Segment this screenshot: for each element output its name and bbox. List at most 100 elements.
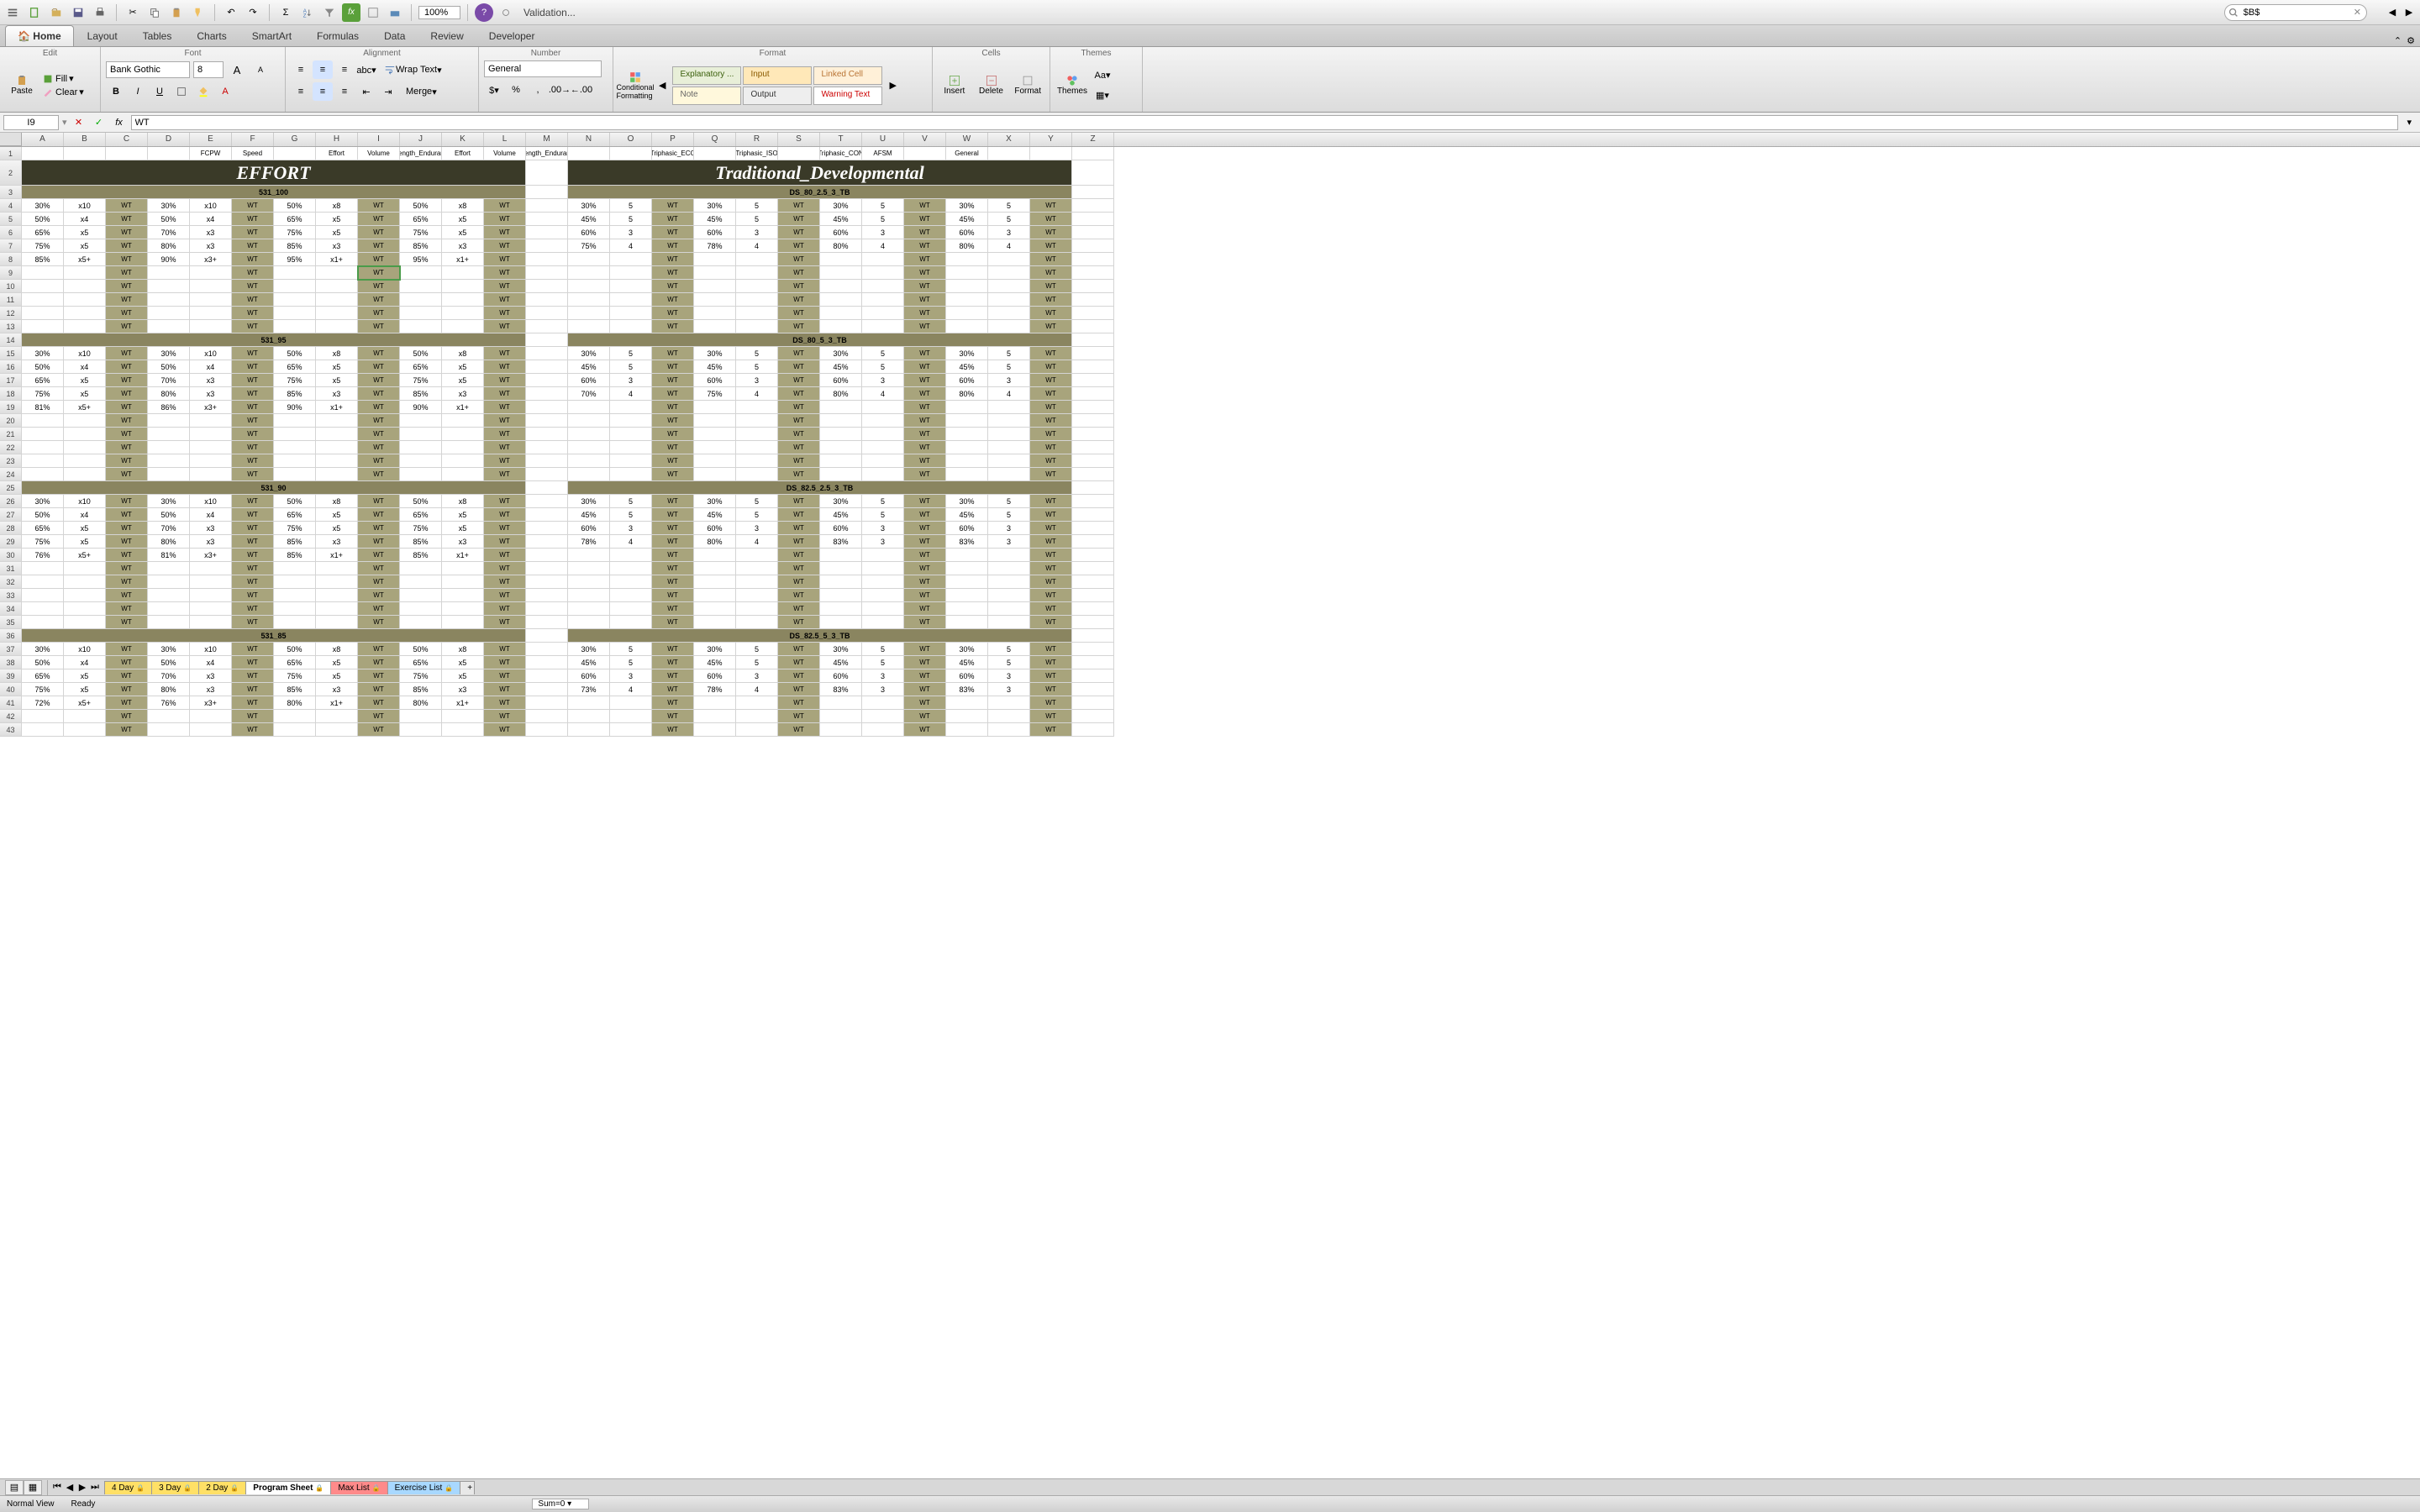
cell[interactable]	[946, 293, 988, 307]
cell[interactable]	[64, 320, 106, 333]
cell[interactable]: WT	[652, 454, 694, 468]
cell[interactable]: WT	[358, 293, 400, 307]
cell[interactable]	[820, 602, 862, 616]
cell[interactable]: 5	[610, 347, 652, 360]
cell[interactable]: WT	[484, 656, 526, 669]
cell[interactable]: 531_85	[22, 629, 526, 643]
cell[interactable]	[1072, 656, 1114, 669]
cell[interactable]: WT	[358, 320, 400, 333]
cell[interactable]: WT	[106, 347, 148, 360]
cell[interactable]: x3	[190, 522, 232, 535]
cell[interactable]	[820, 293, 862, 307]
cell[interactable]: 75%	[400, 226, 442, 239]
cell[interactable]	[64, 602, 106, 616]
cell[interactable]	[64, 414, 106, 428]
cell[interactable]: WT	[652, 280, 694, 293]
cell[interactable]	[568, 147, 610, 160]
shrink-font-icon[interactable]: A	[250, 60, 271, 79]
cell[interactable]: WT	[904, 522, 946, 535]
cell[interactable]	[694, 616, 736, 629]
cell[interactable]: x3	[442, 683, 484, 696]
cell[interactable]: x8	[316, 347, 358, 360]
cell[interactable]	[946, 616, 988, 629]
cell[interactable]: 85%	[400, 549, 442, 562]
cell[interactable]: WT	[778, 213, 820, 226]
cell[interactable]	[568, 401, 610, 414]
cell[interactable]: 85%	[400, 387, 442, 401]
cell[interactable]: WT	[652, 374, 694, 387]
sheet-nav-last-icon[interactable]: ⏭	[89, 1482, 101, 1494]
cell[interactable]: 45%	[568, 508, 610, 522]
cell[interactable]	[64, 562, 106, 575]
cell[interactable]	[148, 280, 190, 293]
cell[interactable]: x10	[64, 643, 106, 656]
cell[interactable]	[862, 696, 904, 710]
cell[interactable]: x10	[64, 199, 106, 213]
cell[interactable]	[610, 710, 652, 723]
cell[interactable]	[526, 401, 568, 414]
cell[interactable]	[22, 147, 64, 160]
cell[interactable]	[694, 710, 736, 723]
cell[interactable]	[400, 616, 442, 629]
cell[interactable]: 4	[988, 239, 1030, 253]
cell[interactable]: 5	[610, 360, 652, 374]
cell[interactable]: 85%	[400, 535, 442, 549]
cell[interactable]: 30%	[694, 347, 736, 360]
cell[interactable]	[190, 616, 232, 629]
cell[interactable]: WT	[106, 468, 148, 481]
cell[interactable]	[862, 549, 904, 562]
cell[interactable]: 83%	[820, 535, 862, 549]
cell[interactable]	[442, 414, 484, 428]
menu-icon[interactable]	[3, 3, 22, 22]
row-header[interactable]: 1	[0, 147, 22, 160]
cell[interactable]: x1+	[442, 549, 484, 562]
cell[interactable]: 85%	[22, 253, 64, 266]
cell[interactable]: x3	[442, 387, 484, 401]
col-header-X[interactable]: X	[988, 133, 1030, 146]
cell[interactable]	[988, 696, 1030, 710]
cell[interactable]: 3	[988, 669, 1030, 683]
cell[interactable]	[820, 441, 862, 454]
style-scroll-right-icon[interactable]: ▶	[886, 80, 899, 91]
cell[interactable]	[694, 428, 736, 441]
cell[interactable]: 65%	[274, 213, 316, 226]
cell[interactable]: 65%	[274, 360, 316, 374]
cell[interactable]: 80%	[694, 535, 736, 549]
cell[interactable]: 83%	[946, 683, 988, 696]
theme-color-icon[interactable]: ▦▾	[1092, 87, 1113, 105]
cell[interactable]	[442, 710, 484, 723]
cell[interactable]: 3	[736, 669, 778, 683]
cell[interactable]: WT	[484, 401, 526, 414]
cell[interactable]	[946, 454, 988, 468]
cell[interactable]: WT	[652, 549, 694, 562]
cell[interactable]	[568, 616, 610, 629]
cell[interactable]	[442, 575, 484, 589]
cell[interactable]	[526, 374, 568, 387]
cell[interactable]	[316, 307, 358, 320]
cell[interactable]: 3	[610, 374, 652, 387]
comma-icon[interactable]: ,	[528, 81, 548, 99]
cell[interactable]: x4	[190, 656, 232, 669]
cell[interactable]	[946, 320, 988, 333]
cell[interactable]: WT	[232, 549, 274, 562]
cell[interactable]	[274, 414, 316, 428]
cell[interactable]: 4	[610, 387, 652, 401]
style-note[interactable]: Note	[672, 87, 741, 105]
cell[interactable]: 65%	[400, 656, 442, 669]
col-header-T[interactable]: T	[820, 133, 862, 146]
cell[interactable]	[64, 280, 106, 293]
cell[interactable]	[274, 575, 316, 589]
cell[interactable]	[1072, 723, 1114, 737]
cell[interactable]	[610, 454, 652, 468]
tab-data[interactable]: Data	[372, 26, 417, 46]
cell[interactable]	[820, 280, 862, 293]
paste-button[interactable]: Paste	[5, 63, 39, 108]
cell[interactable]: WT	[232, 213, 274, 226]
cell[interactable]: WT	[778, 226, 820, 239]
cell[interactable]	[1072, 562, 1114, 575]
cell[interactable]: x1+	[316, 253, 358, 266]
cell[interactable]: WT	[232, 696, 274, 710]
cell[interactable]	[946, 710, 988, 723]
cell[interactable]: 4	[736, 387, 778, 401]
cell[interactable]: WT	[232, 669, 274, 683]
